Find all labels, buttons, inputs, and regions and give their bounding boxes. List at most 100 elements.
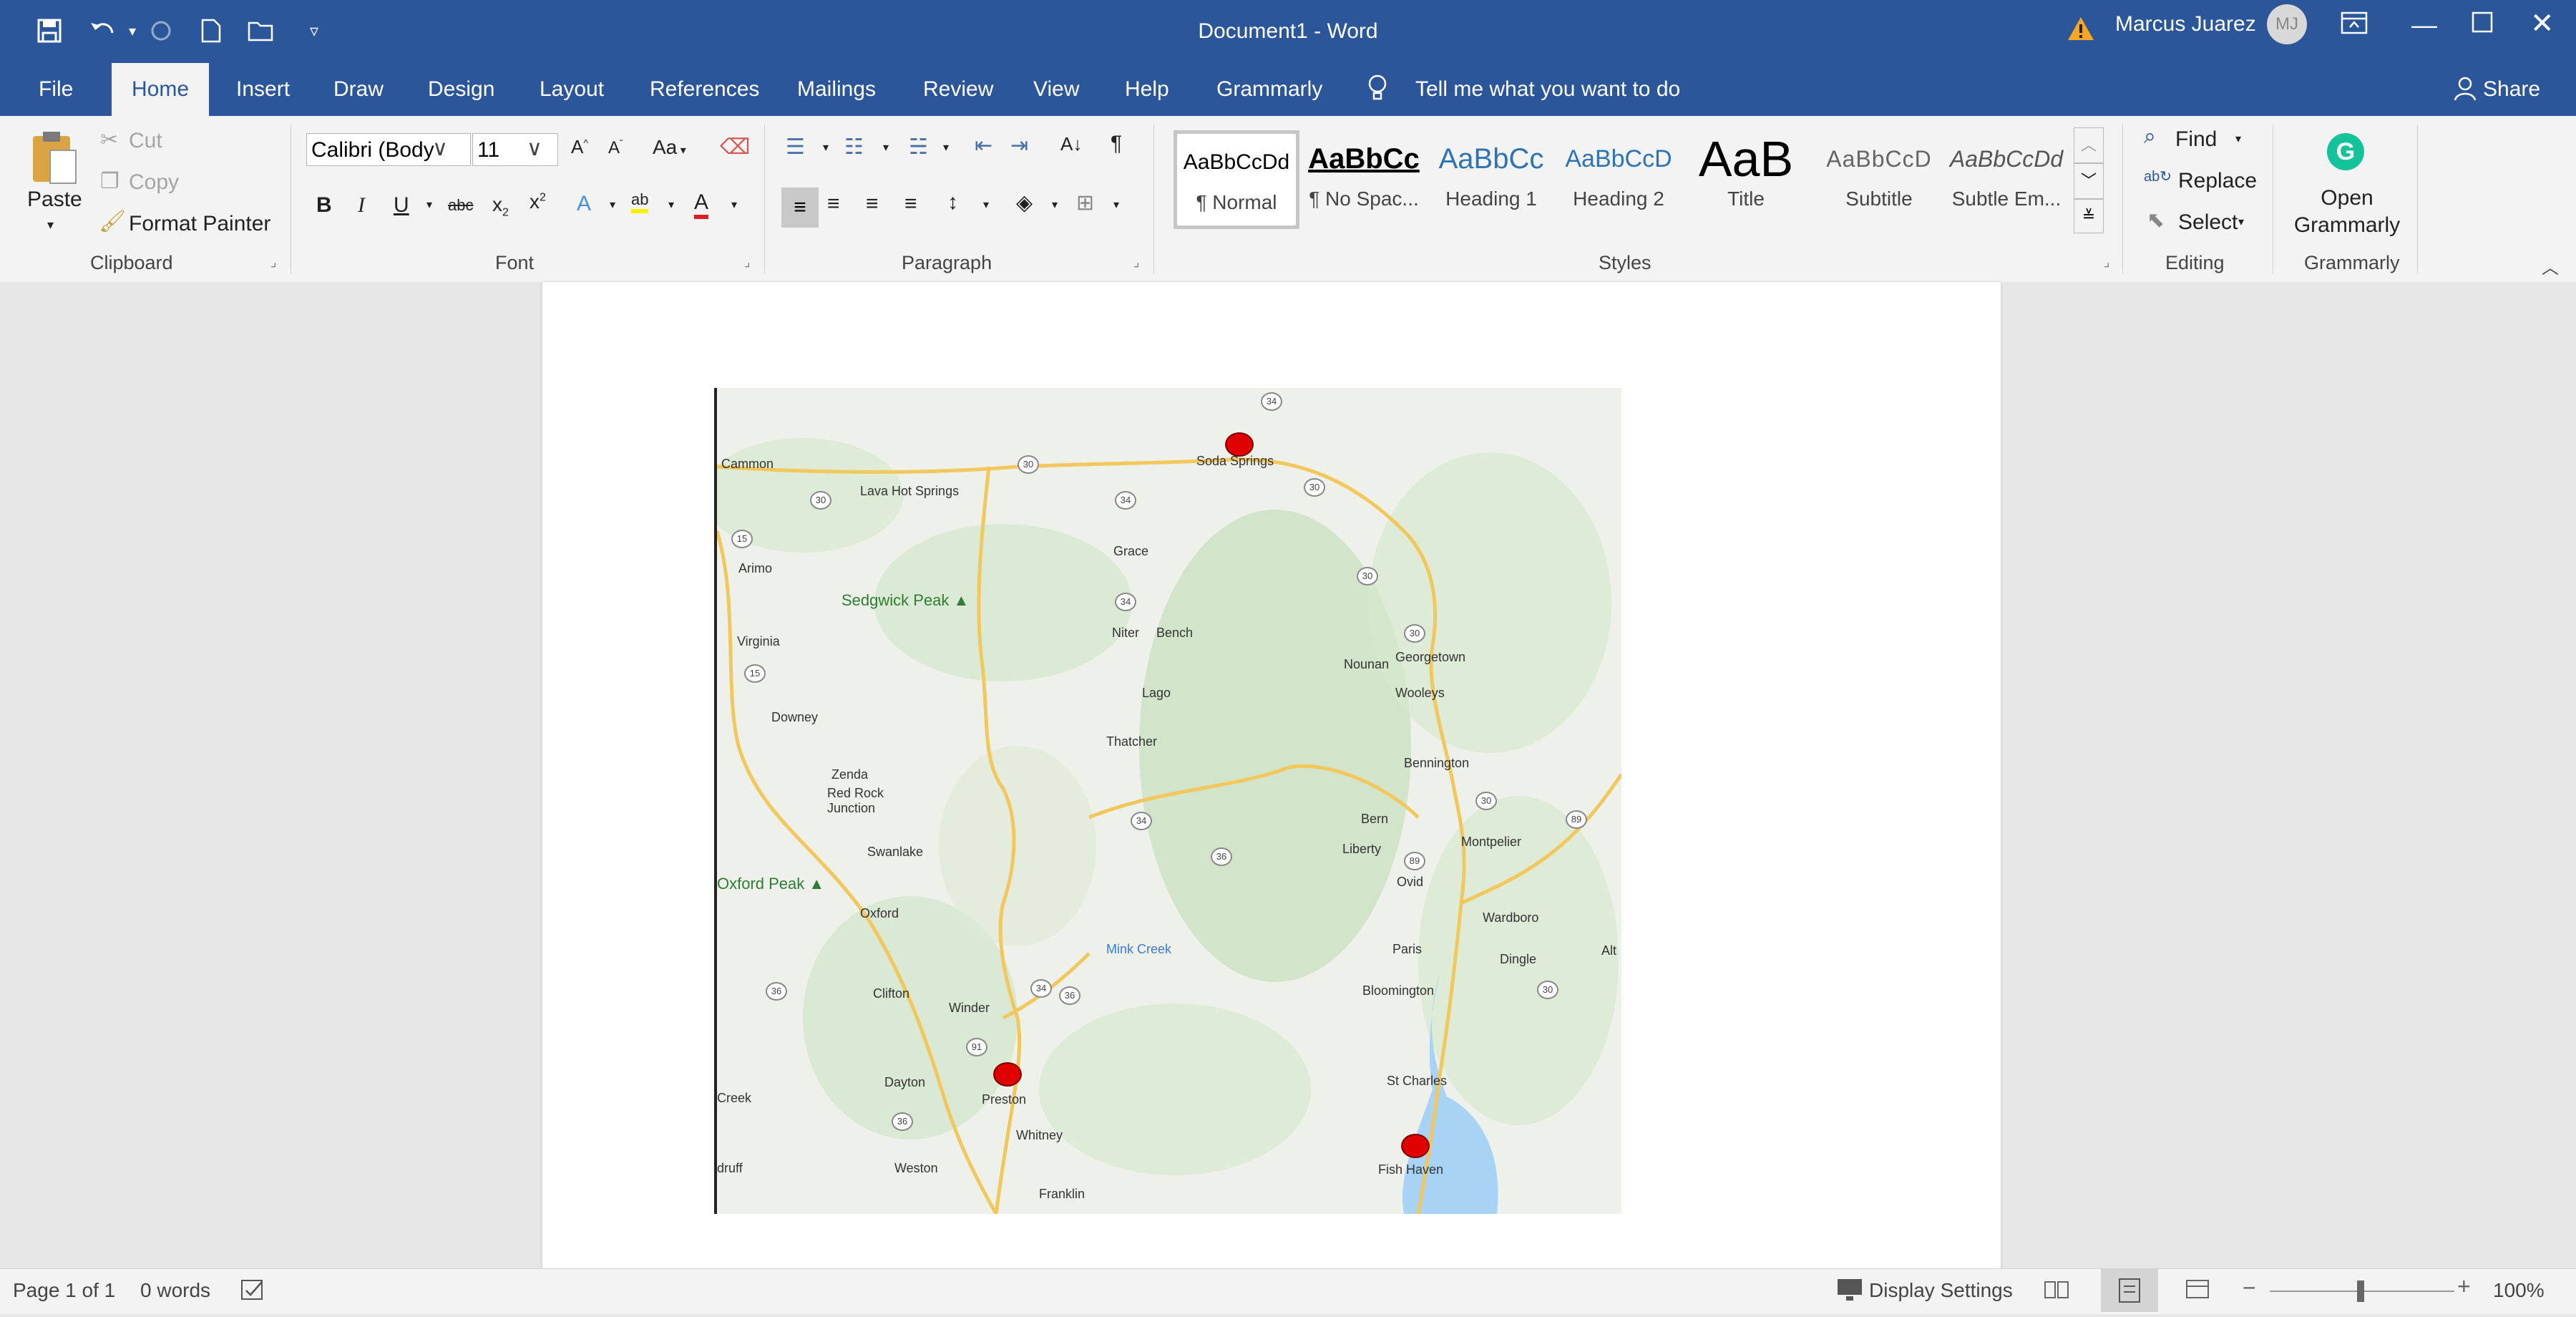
text-effects-dropdown-icon[interactable]: ▾	[610, 198, 615, 212]
find-icon[interactable]: ⌕	[2144, 125, 2156, 149]
line-spacing-icon[interactable]: ↕	[947, 190, 958, 215]
map-marker[interactable]	[1401, 1134, 1430, 1158]
highlight-dropdown-icon[interactable]: ▾	[668, 198, 674, 212]
tab-file[interactable]: File	[20, 63, 92, 116]
font-color-dropdown-icon[interactable]: ▾	[731, 198, 737, 212]
user-name[interactable]: Marcus Juarez	[2115, 0, 2256, 49]
word-count[interactable]: 0 words	[140, 1269, 210, 1312]
font-size-dropdown-icon[interactable]: ∨	[527, 136, 542, 161]
borders-icon[interactable]: ⊞	[1076, 190, 1094, 215]
close-icon[interactable]: ✕	[2530, 7, 2555, 40]
style-heading-1[interactable]: AaBbCc Heading 1	[1428, 130, 1554, 229]
style-heading-2[interactable]: AaBbCcD Heading 2	[1556, 130, 1682, 229]
justify-icon[interactable]: ≡	[904, 192, 917, 216]
zoom-out-icon[interactable]: −	[2243, 1275, 2256, 1301]
tab-review[interactable]: Review	[904, 63, 1012, 116]
select-icon[interactable]: ⬉	[2147, 208, 2165, 233]
underline-icon[interactable]: U	[394, 193, 409, 218]
minimize-icon[interactable]: —	[2411, 10, 2437, 40]
align-center-icon[interactable]: ≡	[827, 192, 840, 216]
font-color-icon[interactable]: A	[694, 190, 709, 219]
shading-dropdown-icon[interactable]: ▾	[1052, 198, 1058, 212]
align-left-icon[interactable]: ≡	[781, 188, 819, 228]
print-layout-icon[interactable]	[2101, 1269, 2158, 1312]
cut-button[interactable]: Cut	[129, 129, 162, 153]
tab-layout[interactable]: Layout	[521, 63, 623, 116]
numbering-icon[interactable]: ☷	[844, 135, 864, 160]
open-grammarly-button[interactable]: Open Grammarly	[2287, 185, 2407, 239]
web-layout-icon[interactable]	[2185, 1279, 2211, 1307]
clear-formatting-icon[interactable]: ⌫	[720, 135, 750, 160]
paste-dropdown-icon[interactable]: ▾	[47, 218, 54, 233]
page-count[interactable]: Page 1 of 1	[13, 1269, 115, 1312]
paragraph-launcher-icon[interactable]: ⌟	[1133, 255, 1139, 270]
decrease-indent-icon[interactable]: ⇤	[975, 133, 992, 158]
bold-icon[interactable]: B	[316, 193, 332, 218]
grow-font-icon[interactable]: A^	[571, 136, 588, 158]
tab-design[interactable]: Design	[409, 63, 513, 116]
paste-button[interactable]: Paste	[27, 188, 82, 212]
styles-scroll-up-icon[interactable]: ︿	[2074, 127, 2104, 163]
map-image[interactable]: Cammon Lava Hot Springs Soda Springs Gra…	[714, 388, 1621, 1214]
multilevel-list-dropdown-icon[interactable]: ▾	[943, 140, 949, 155]
select-button[interactable]: Select	[2178, 210, 2238, 235]
borders-dropdown-icon[interactable]: ▾	[1113, 198, 1119, 212]
font-size-input[interactable]: 11	[472, 133, 558, 166]
tab-grammarly[interactable]: Grammarly	[1198, 63, 1341, 116]
numbering-dropdown-icon[interactable]: ▾	[883, 140, 889, 155]
line-spacing-dropdown-icon[interactable]: ▾	[983, 198, 989, 212]
styles-launcher-icon[interactable]: ⌟	[2104, 255, 2109, 270]
format-painter-icon[interactable]: 🖌	[99, 209, 126, 234]
find-dropdown-icon[interactable]: ▾	[2235, 132, 2241, 146]
italic-icon[interactable]: I	[358, 193, 365, 218]
tab-draw[interactable]: Draw	[315, 63, 402, 116]
ribbon-display-options-icon[interactable]	[2340, 10, 2368, 39]
font-name-dropdown-icon[interactable]: ∨	[432, 136, 448, 161]
tab-references[interactable]: References	[631, 63, 778, 116]
subscript-icon[interactable]: x2	[492, 193, 509, 220]
proofing-icon[interactable]	[240, 1279, 266, 1307]
map-marker[interactable]	[1225, 432, 1254, 457]
maximize-icon[interactable]	[2472, 11, 2493, 37]
align-right-icon[interactable]: ≡	[866, 192, 879, 216]
grammarly-icon[interactable]: G	[2327, 133, 2364, 170]
styles-more-icon[interactable]: ≚	[2074, 199, 2104, 233]
collapse-ribbon-icon[interactable]: ︿	[2542, 253, 2559, 278]
tab-help[interactable]: Help	[1106, 63, 1188, 116]
copy-icon[interactable]: ❐	[100, 169, 119, 194]
styles-scroll-down-icon[interactable]: ﹀	[2074, 163, 2104, 199]
share-button[interactable]: Share	[2483, 63, 2540, 116]
copy-button[interactable]: Copy	[129, 170, 179, 195]
tab-home[interactable]: Home	[112, 63, 210, 116]
strikethrough-icon[interactable]: abc	[448, 196, 473, 215]
display-settings-icon[interactable]	[1836, 1278, 1865, 1308]
show-formatting-icon[interactable]: ¶	[1111, 132, 1122, 156]
shading-icon[interactable]: ◈	[1016, 190, 1033, 215]
style-subtitle[interactable]: AaBbCcD Subtitle	[1816, 130, 1942, 229]
text-effects-icon[interactable]: A	[577, 192, 591, 216]
style-normal[interactable]: AaBbCcDd ¶ Normal	[1174, 130, 1299, 229]
avatar[interactable]: MJ	[2267, 4, 2307, 44]
style-title[interactable]: AaB Title	[1683, 130, 1809, 229]
display-settings-button[interactable]: Display Settings	[1869, 1269, 2013, 1312]
paste-icon[interactable]	[29, 129, 79, 190]
format-painter-button[interactable]: Format Painter	[129, 212, 270, 236]
document-page[interactable]: Cammon Lava Hot Springs Soda Springs Gra…	[542, 282, 2001, 1268]
style-no-spacing[interactable]: AaBbCc ¶ No Spac...	[1301, 130, 1427, 229]
zoom-level[interactable]: 100%	[2493, 1269, 2545, 1312]
share-person-icon[interactable]	[2453, 76, 2477, 105]
underline-dropdown-icon[interactable]: ▾	[426, 198, 432, 212]
select-dropdown-icon[interactable]: ▾	[2238, 215, 2244, 229]
shrink-font-icon[interactable]: Aˇ	[608, 137, 623, 158]
highlight-icon[interactable]: ab	[631, 190, 649, 213]
font-launcher-icon[interactable]: ⌟	[744, 255, 750, 270]
find-button[interactable]: Find	[2175, 127, 2217, 152]
tab-insert[interactable]: Insert	[218, 63, 308, 116]
map-marker[interactable]	[993, 1062, 1022, 1087]
read-mode-icon[interactable]	[2044, 1279, 2069, 1306]
increase-indent-icon[interactable]: ⇥	[1010, 133, 1028, 158]
tell-me-search[interactable]: Tell me what you want to do	[1415, 63, 1680, 116]
warning-icon[interactable]	[2067, 14, 2095, 47]
change-case-button[interactable]: Aa ▾	[653, 136, 686, 159]
zoom-in-icon[interactable]: +	[2457, 1273, 2471, 1300]
